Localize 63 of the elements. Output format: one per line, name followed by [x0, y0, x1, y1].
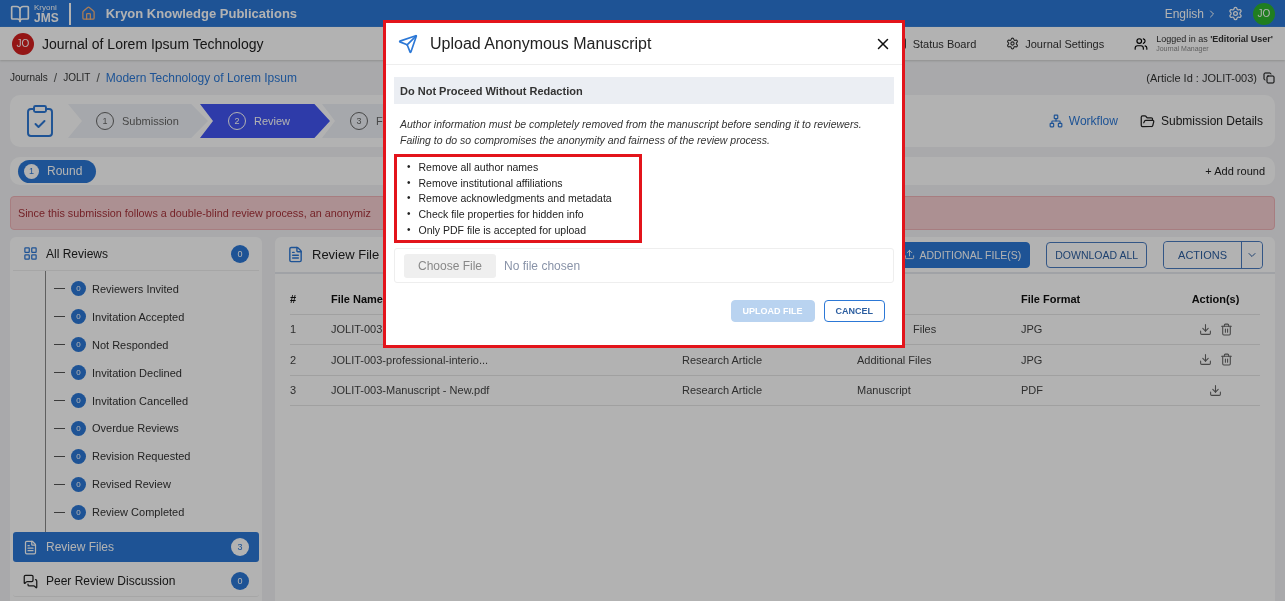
- table-cell: 2: [290, 353, 297, 366]
- checklist-item: Only PDF file is accepted for upload: [418, 222, 586, 237]
- notice-heading: Do Not Proceed Without Redaction: [394, 77, 894, 104]
- count-badge: 0: [71, 393, 86, 408]
- alert-message: Since this submission follows a double-blind review process, an anonymiz: [18, 207, 371, 219]
- count-badge: 3: [231, 538, 249, 556]
- journal-title: Journal of Lorem Ipsum Technology: [42, 35, 264, 52]
- journal-avatar: JO: [12, 32, 34, 55]
- sidebar-label: Review Files: [46, 540, 114, 554]
- count-badge: 0: [71, 504, 86, 520]
- table-cell: JPG: [1021, 323, 1043, 336]
- column-header: Action(s): [1190, 292, 1241, 305]
- round-label: Round: [47, 164, 83, 178]
- table-cell: 1: [290, 323, 297, 336]
- panel-title: Review File: [312, 247, 380, 262]
- user-info: Logged in as 'Editorial User': [1156, 34, 1273, 45]
- round-number: 1: [24, 163, 39, 179]
- checklist-item: Check file properties for hidden info: [418, 206, 584, 221]
- bullet: •: [407, 159, 411, 174]
- table-cell: Research Article: [682, 353, 763, 366]
- checklist-item: Remove all author names: [418, 159, 539, 174]
- count-badge: 0: [231, 244, 249, 263]
- sidebar-label: Peer Review Discussion: [46, 574, 176, 588]
- checklist-item: Remove acknowledgments and metadata: [418, 191, 612, 206]
- table-cell: Research Article: [682, 384, 763, 397]
- count-badge: 0: [71, 309, 86, 325]
- bullet: •: [407, 222, 411, 237]
- count-badge: 0: [71, 476, 86, 492]
- publisher-name: Kryon Knowledge Publications: [105, 6, 298, 21]
- file-status: No file chosen: [504, 258, 581, 273]
- table-cell: JOLIT-003: [331, 323, 383, 336]
- breadcrumb-separator: /: [53, 70, 58, 85]
- notice-message: Author information must be completely removed from the manuscript before sending it to reviewers. Failing to do so compromises the anonymity and fairness of the review process.: [400, 117, 863, 148]
- dialog-title: Upload Anonymous Manuscript: [430, 34, 652, 53]
- bullet: •: [407, 206, 411, 221]
- step-label: Submission: [122, 115, 179, 127]
- column-header: File Name: [331, 292, 383, 305]
- table-cell: 3: [290, 384, 297, 397]
- table-cell: Manuscript: [857, 384, 911, 397]
- breadcrumb-separator: /: [96, 70, 100, 85]
- table-cell: Additional Files: [857, 353, 932, 366]
- bullet: •: [407, 191, 411, 206]
- count-badge: 0: [71, 337, 86, 353]
- logo-text: Kryoni: [34, 3, 58, 12]
- article-id: (Article Id : JOLIT-003): [1146, 71, 1257, 84]
- step-label: Review: [254, 115, 291, 127]
- step-label: F: [376, 115, 383, 127]
- count-badge: 0: [71, 365, 86, 381]
- count-badge: 0: [231, 572, 249, 590]
- column-header: #: [290, 292, 297, 305]
- sidebar-label: All Reviews: [46, 246, 108, 261]
- bullet: •: [407, 175, 411, 190]
- count-badge: 0: [71, 448, 86, 464]
- count-badge: 0: [71, 281, 86, 297]
- column-header: File Format: [1021, 292, 1081, 305]
- table-cell: PDF: [1021, 384, 1043, 397]
- logo-text: JMS: [34, 11, 59, 24]
- table-cell: JOLIT-003-Manuscript - New.pdf: [331, 384, 490, 397]
- checklist-item: Remove institutional affiliations: [418, 175, 563, 190]
- count-badge: 0: [71, 420, 86, 436]
- table-cell: Files: [913, 323, 937, 336]
- table-cell: JPG: [1021, 353, 1043, 366]
- table-cell: JOLIT-003-professional-interio...: [331, 353, 489, 366]
